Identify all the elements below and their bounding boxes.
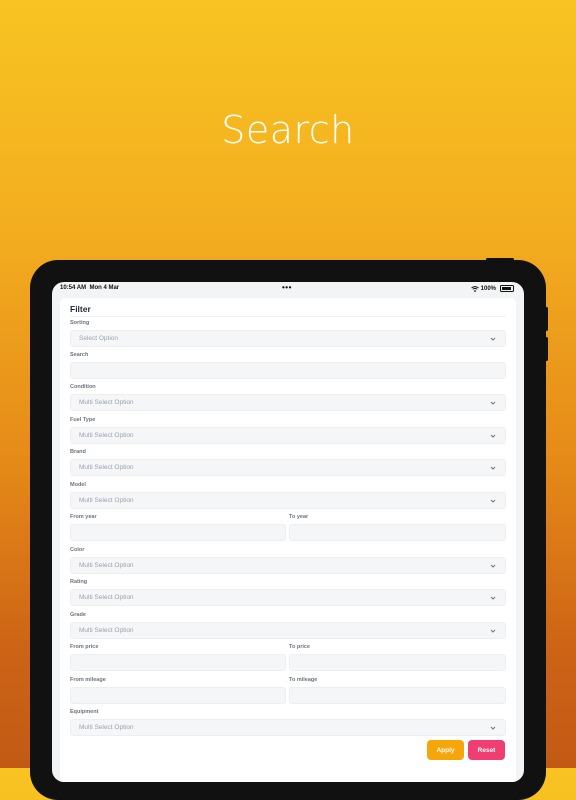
from-price-label: From price	[70, 644, 99, 650]
fuel-type-placeholder: Multi Select Option	[79, 432, 134, 439]
equipment-placeholder: Multi Select Option	[79, 724, 134, 731]
color-select[interactable]: Multi Select Option	[70, 557, 506, 574]
sorting-placeholder: Select Option	[79, 335, 119, 342]
to-mileage-input[interactable]	[289, 687, 506, 704]
rating-select[interactable]: Multi Select Option	[70, 589, 506, 606]
chevron-down-icon	[490, 401, 496, 405]
filter-title: Filter	[70, 304, 91, 314]
from-mileage-input[interactable]	[70, 687, 286, 704]
to-price-label: To price	[289, 644, 310, 650]
to-year-label: To year	[289, 514, 309, 520]
color-label: Color	[70, 547, 85, 553]
search-input[interactable]	[70, 362, 506, 379]
status-time: 10:54 AM Mon 4 Mar	[60, 285, 119, 291]
brand-select[interactable]: Multi Select Option	[70, 459, 506, 476]
multitasking-dots-icon[interactable]: •••	[282, 283, 292, 292]
color-placeholder: Multi Select Option	[79, 562, 134, 569]
chevron-down-icon	[490, 726, 496, 730]
wifi-icon	[470, 285, 479, 292]
model-label: Model	[70, 482, 86, 488]
sorting-select[interactable]: Select Option	[70, 330, 506, 347]
brand-label: Brand	[70, 449, 86, 455]
from-price-input[interactable]	[70, 654, 286, 671]
fuel-type-label: Fuel Type	[70, 417, 96, 423]
status-right: 100%	[470, 285, 514, 292]
reset-button[interactable]: Reset	[468, 740, 505, 760]
grade-placeholder: Multi Select Option	[79, 627, 134, 634]
battery-icon	[500, 285, 514, 292]
brand-placeholder: Multi Select Option	[79, 464, 134, 471]
chevron-down-icon	[490, 337, 496, 341]
chevron-down-icon	[490, 629, 496, 633]
battery-percent: 100%	[480, 285, 496, 292]
condition-label: Condition	[70, 384, 96, 390]
chevron-down-icon	[490, 596, 496, 600]
from-year-input[interactable]	[70, 524, 286, 541]
to-mileage-label: To mileage	[289, 677, 318, 683]
status-date: Mon 4 Mar	[89, 285, 120, 291]
tablet-frame: 10:54 AM Mon 4 Mar ••• 100% Filter Sorti…	[30, 260, 546, 800]
to-price-input[interactable]	[289, 654, 506, 671]
status-time-text: 10:54 AM	[60, 285, 87, 291]
condition-select[interactable]: Multi Select Option	[70, 394, 506, 411]
rating-label: Rating	[70, 579, 88, 585]
sorting-label: Sorting	[70, 320, 90, 326]
status-bar: 10:54 AM Mon 4 Mar ••• 100%	[52, 282, 524, 296]
chevron-down-icon	[490, 564, 496, 568]
grade-label: Grade	[70, 612, 86, 618]
model-placeholder: Multi Select Option	[79, 497, 134, 504]
fuel-type-select[interactable]: Multi Select Option	[70, 427, 506, 444]
chevron-down-icon	[490, 466, 496, 470]
to-year-input[interactable]	[289, 524, 506, 541]
grade-select[interactable]: Multi Select Option	[70, 622, 506, 639]
chevron-down-icon	[490, 499, 496, 503]
headline: Search	[221, 108, 355, 152]
rating-placeholder: Multi Select Option	[79, 594, 134, 601]
equipment-select[interactable]: Multi Select Option	[70, 719, 506, 736]
condition-placeholder: Multi Select Option	[79, 399, 134, 406]
equipment-label: Equipment	[70, 709, 99, 715]
tablet-screen: 10:54 AM Mon 4 Mar ••• 100% Filter Sorti…	[52, 282, 524, 782]
filter-panel: Filter Sorting Select Option Search Cond…	[60, 298, 516, 782]
title-divider	[70, 316, 506, 317]
from-year-label: From year	[70, 514, 97, 520]
apply-button[interactable]: Apply	[427, 740, 464, 760]
chevron-down-icon	[490, 434, 496, 438]
model-select[interactable]: Multi Select Option	[70, 492, 506, 509]
from-mileage-label: From mileage	[70, 677, 106, 683]
search-label: Search	[70, 352, 89, 358]
